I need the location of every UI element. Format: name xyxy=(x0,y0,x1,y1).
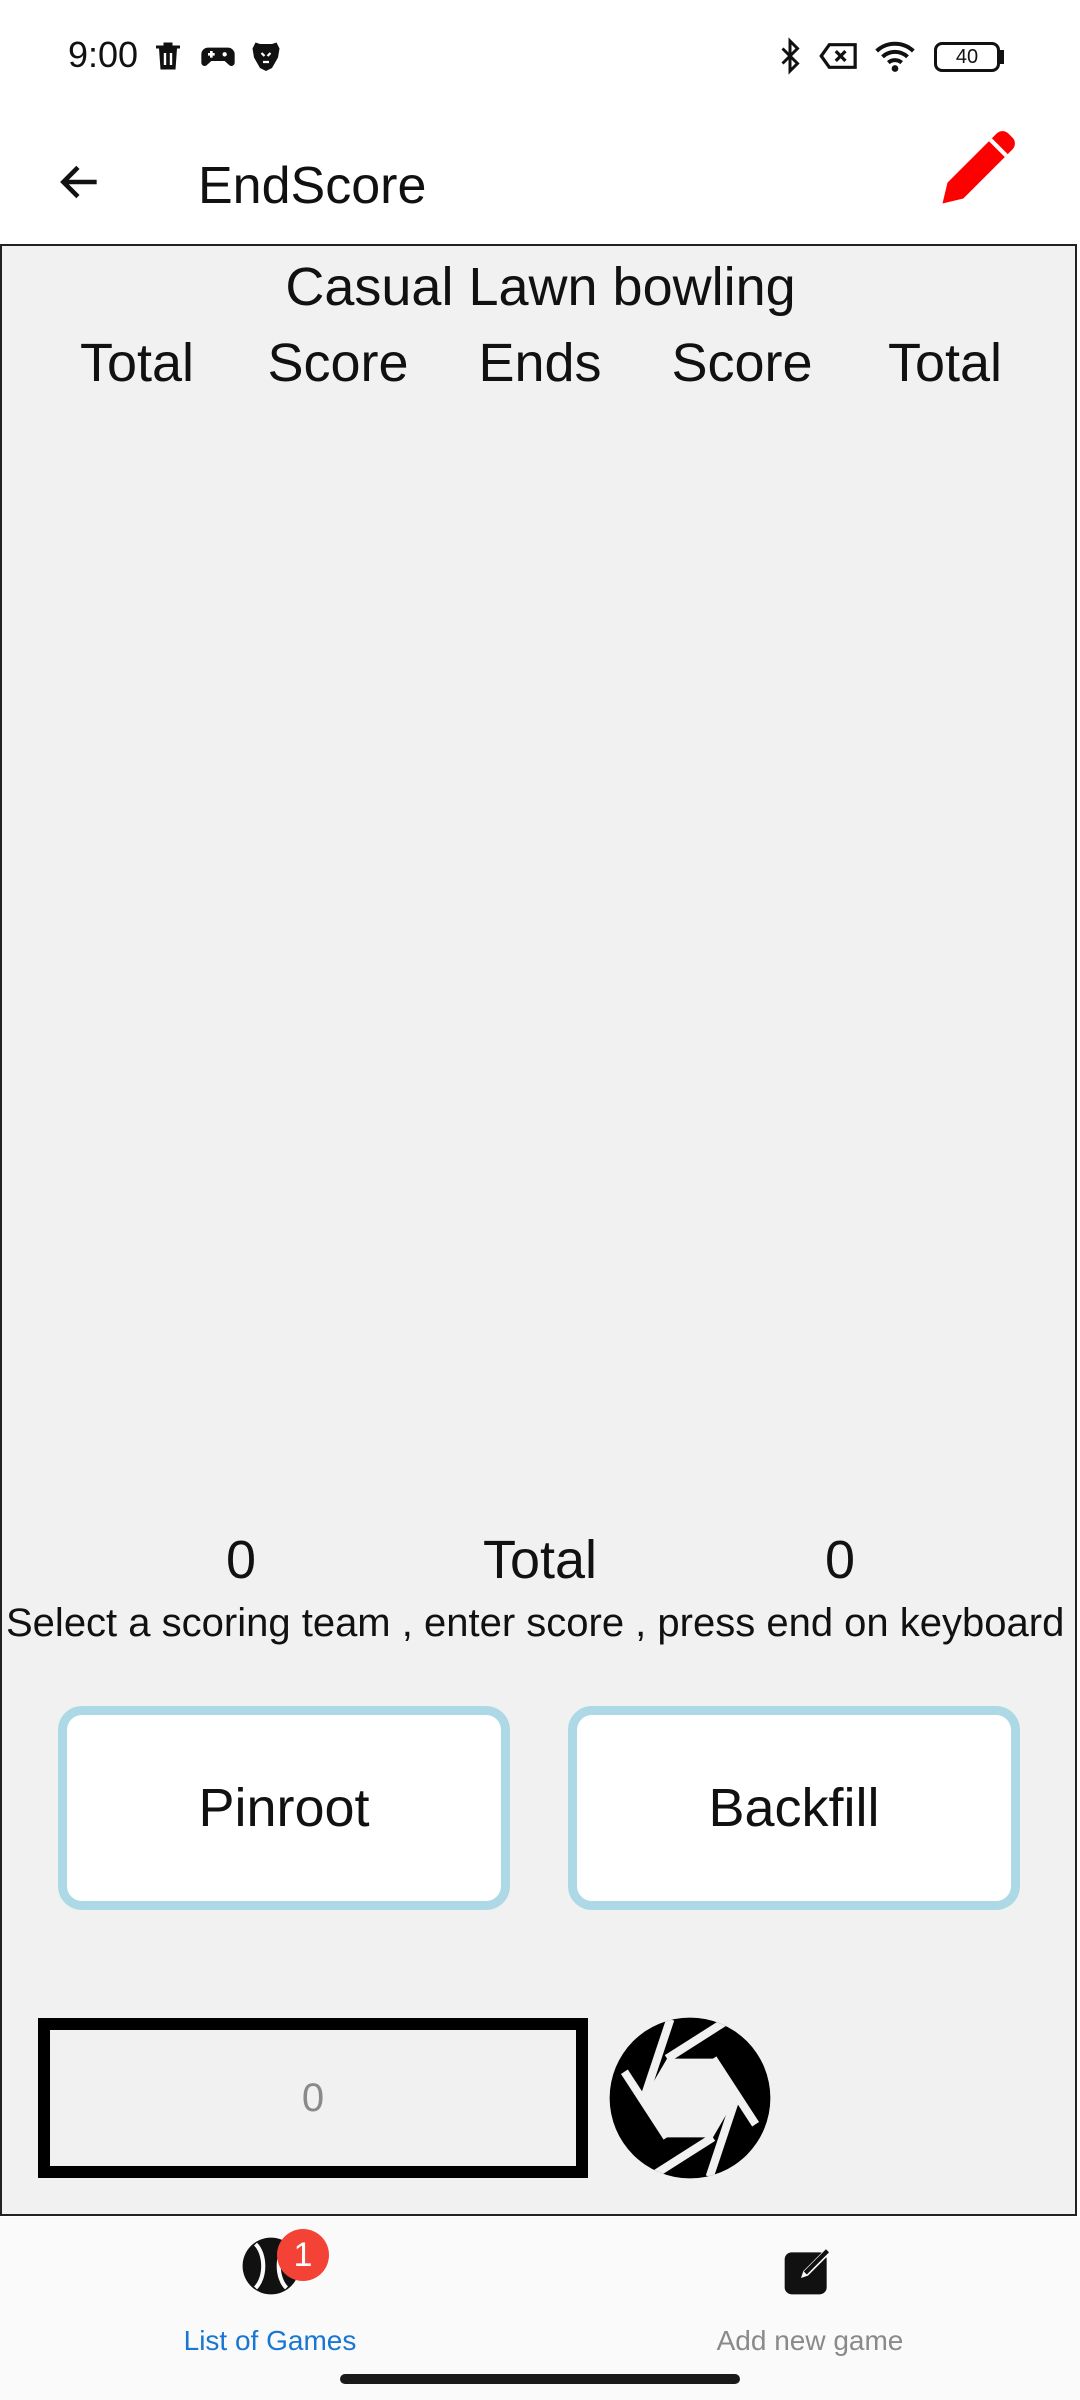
nav-label-add-new-game: Add new game xyxy=(716,2325,904,2356)
column-header-total-right: Total xyxy=(887,333,1003,393)
gamepad-icon xyxy=(201,47,235,66)
app-bar: EndScore xyxy=(0,120,1080,245)
aperture-icon[interactable] xyxy=(608,2016,772,2180)
pencil-icon[interactable] xyxy=(930,116,1030,216)
column-header-total-left: Total xyxy=(79,333,195,393)
pinroot-team-button[interactable]: Pinroot xyxy=(58,1706,510,1910)
bottom-navigation: 1 List of Games Add new game xyxy=(0,2217,1080,2400)
score-input[interactable]: 0 xyxy=(38,2018,588,2178)
totals-label: Total xyxy=(482,1530,598,1590)
notification-badge: 1 xyxy=(277,2229,329,2281)
column-header-ends: Ends xyxy=(478,333,602,393)
home-indicator[interactable] xyxy=(340,2374,740,2384)
bluetooth-icon xyxy=(781,37,800,75)
pinroot-label: Pinroot xyxy=(198,1778,370,1838)
trash-icon xyxy=(156,42,180,70)
nav-label-list-of-games: List of Games xyxy=(183,2325,357,2356)
nav-add-new-game[interactable]: Add new game xyxy=(540,2217,1080,2367)
backfill-team-button[interactable]: Backfill xyxy=(568,1706,1020,1910)
brave-lion-icon xyxy=(252,42,280,71)
team-right-total: 0 xyxy=(824,1530,856,1590)
game-title: Casual Lawn bowling xyxy=(285,257,796,317)
battery-level: 40 xyxy=(955,45,979,68)
column-header-score-right: Score xyxy=(671,333,813,393)
edit-square-icon xyxy=(784,2249,829,2295)
wifi-icon xyxy=(875,41,915,72)
back-button[interactable] xyxy=(40,142,120,222)
score-input-placeholder: 0 xyxy=(301,2075,325,2120)
battery-icon: 40 xyxy=(934,42,1000,72)
status-bar: 9:00 40 xyxy=(0,0,1080,120)
instructions-text: Select a scoring team , enter score , pr… xyxy=(6,1601,1065,1645)
page-title: EndScore xyxy=(198,157,427,215)
team-left-total: 0 xyxy=(225,1530,257,1590)
backfill-label: Backfill xyxy=(708,1778,880,1838)
score-board: Casual Lawn bowling Total Score Ends Sco… xyxy=(0,244,1077,2216)
status-time: 9:00 xyxy=(68,34,139,75)
no-sim-icon xyxy=(819,43,857,69)
arrow-left-icon xyxy=(60,165,97,199)
nav-list-of-games[interactable]: 1 List of Games xyxy=(0,2217,540,2367)
battery-tip xyxy=(1000,50,1004,64)
column-header-score-left: Score xyxy=(267,333,409,393)
